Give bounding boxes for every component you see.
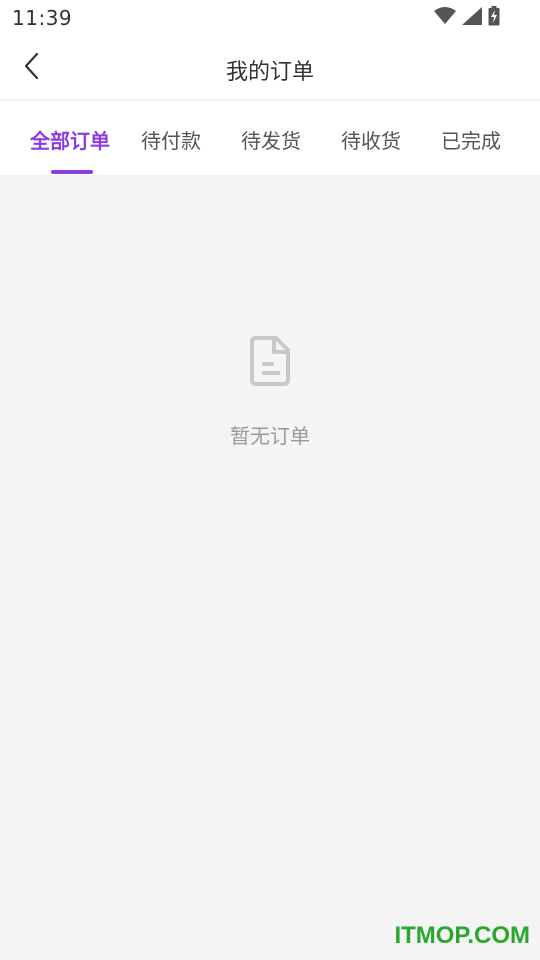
page-title: 我的订单 bbox=[225, 60, 314, 85]
wifi-icon bbox=[434, 7, 456, 29]
document-icon bbox=[250, 336, 292, 386]
tab-completed[interactable]: 已完成 bbox=[441, 125, 501, 155]
tab-all-orders[interactable]: 全部订单 bbox=[30, 125, 110, 155]
watermark: ITMOP.COM bbox=[394, 922, 530, 949]
battery-charging-icon bbox=[488, 6, 500, 30]
order-tabs: 全部订单 待付款 待发货 待收货 已完成 bbox=[0, 101, 540, 175]
tab-pending-payment[interactable]: 待付款 bbox=[141, 125, 201, 155]
status-bar: 11:39 bbox=[0, 0, 540, 36]
nav-bar: 我的订单 bbox=[0, 36, 540, 100]
tab-pending-shipment[interactable]: 待发货 bbox=[241, 125, 301, 155]
empty-state-text: 暂无订单 bbox=[230, 424, 310, 448]
status-time: 11:39 bbox=[12, 6, 73, 30]
status-icons bbox=[434, 6, 500, 30]
tab-active-indicator bbox=[51, 170, 93, 174]
tab-pending-receipt[interactable]: 待收货 bbox=[341, 125, 401, 155]
signal-icon bbox=[462, 7, 482, 29]
